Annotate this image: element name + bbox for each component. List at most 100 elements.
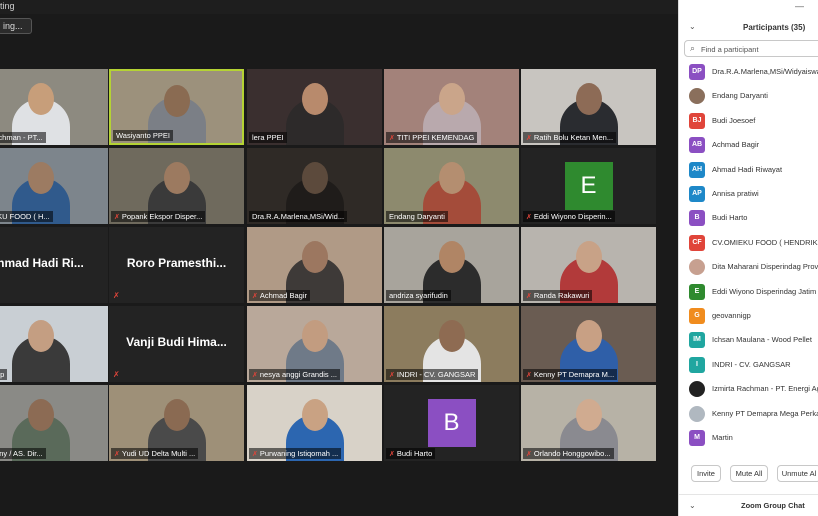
participant-row[interactable]: AP Annisa pratiwi <box>679 182 818 206</box>
participant-name: Achmad Bagir <box>712 140 760 150</box>
participant-name-label: ✗ Eddi Wiyono Disperin... <box>523 211 615 222</box>
participant-name-label: Dra.R.A.Marlena,MSi/Wid... <box>249 211 348 222</box>
participant-name-label: ✗ Purwaning Istiqomah ... <box>249 448 342 459</box>
chat-header[interactable]: ⌄ Zoom Group Chat <box>679 494 818 516</box>
video-tile[interactable]: rta Rachman - PT... <box>0 69 108 145</box>
participant-row[interactable]: Kenny PT Demapra Mega Perkas <box>679 402 818 426</box>
participant-name: Popank Ekspor Disper... <box>121 212 203 221</box>
participant-row[interactable]: E Eddi Wiyono Disperindag Jatim <box>679 280 818 304</box>
participant-row[interactable]: DP Dra.R.A.Marlena,MSi/Widyaiswa <box>679 60 818 84</box>
participants-panel: — ⌄ Participants (35) ⌕ DP Dra.R.A.Marlen… <box>678 0 818 516</box>
video-tile[interactable]: ✗ INDRI - CV. GANGSAR <box>384 306 519 382</box>
invite-button[interactable]: Invite <box>691 465 721 482</box>
participant-row[interactable]: Izmirta Rachman - PT. Energi Ag <box>679 377 818 401</box>
chat-title: Zoom Group Chat <box>741 501 805 510</box>
participant-row[interactable]: I INDRI - CV. GANGSAR <box>679 353 818 377</box>
mic-muted-icon: ✗ <box>252 451 258 458</box>
participant-head <box>301 320 328 352</box>
video-tile[interactable]: Vanji Budi Hima... ✗ <box>109 306 244 382</box>
video-tile[interactable]: B ✗ Budi Harto <box>384 385 519 461</box>
video-gallery: ting ing... rta Rachman - PT... Wasiyanto… <box>0 0 678 516</box>
avatar: G <box>689 308 705 324</box>
video-tile[interactable]: ✗ TITI PPEI KEMENDAG <box>384 69 519 145</box>
video-tile[interactable]: Wasiyanto PPEI <box>109 69 244 145</box>
participant-name: Yudi UD Delta Multi ... <box>121 449 196 458</box>
participant-name: Orlando Honggowibo... <box>533 449 611 458</box>
participants-header: ⌄ Participants (35) <box>679 14 818 40</box>
participant-row[interactable]: M Martin <box>679 426 818 450</box>
avatar: E <box>564 162 613 210</box>
participant-display-name: Roro Pramesthi... <box>126 256 227 270</box>
mute-all-button[interactable]: Mute All <box>730 465 768 482</box>
chevron-down-icon[interactable]: ⌄ <box>689 22 696 31</box>
participant-head <box>575 320 602 352</box>
participant-head <box>301 399 328 431</box>
participant-head <box>27 162 54 194</box>
mic-muted-icon: ✗ <box>252 372 258 379</box>
avatar: AH <box>689 161 705 178</box>
participant-name-label: Wasiyanto PPEI <box>113 130 173 141</box>
mic-muted-icon: ✗ <box>252 293 258 300</box>
participant-row[interactable]: BJ Budi Joesoef <box>679 109 818 133</box>
participant-row[interactable]: AB Achmad Bagir <box>679 133 818 157</box>
video-tile[interactable]: Roro Pramesthi... ✗ <box>109 227 244 303</box>
avatar: B <box>689 210 705 227</box>
search-input[interactable] <box>701 43 811 55</box>
video-tile[interactable]: ✗ Randa Rakawuri <box>521 227 656 303</box>
participant-name: CV.OMIEKU FOOD ( HENDRIK ) <box>712 237 818 247</box>
participant-row[interactable]: Ggeovannigp <box>679 304 818 328</box>
participant-name-label: OMIEKU FOOD ( H... <box>0 211 53 222</box>
participant-name: Purwaning Istiqomah ... <box>259 449 339 458</box>
video-tile[interactable]: andriza syarifudin <box>384 227 519 303</box>
video-tile[interactable]: ✗ Achmad Bagir <box>247 227 382 303</box>
video-tile[interactable]: ✗ Purwaning Istiqomah ... <box>247 385 382 461</box>
video-tile[interactable]: ✗ Yudi UD Delta Multi ... <box>109 385 244 461</box>
participant-name: Ahmad Hadi Riwayat <box>712 164 783 174</box>
participant-row[interactable]: CF CV.OMIEKU FOOD ( HENDRIK ) <box>679 231 818 255</box>
video-tile[interactable]: ✗ Ratih Bolu Ketan Men... <box>521 69 656 145</box>
video-tile[interactable]: hmad Hadi Ri...✗ <box>0 227 108 303</box>
participant-head <box>438 241 465 273</box>
participant-row[interactable]: Endang Daryanti <box>679 84 818 108</box>
avatar <box>689 405 705 422</box>
mic-muted-icon: ✗ <box>526 135 532 142</box>
mic-muted-icon: ✗ <box>526 451 532 458</box>
mic-muted-icon: ✗ <box>389 451 395 458</box>
video-tile[interactable]: ✗ Orlando Honggowibo... <box>521 385 656 461</box>
participant-name: Eddi Wiyono Disperindag Jatim <box>712 286 817 296</box>
minimize-icon[interactable]: — <box>795 1 804 11</box>
avatar <box>689 381 705 398</box>
participant-name: Randa Rakawuri <box>533 291 590 300</box>
participant-row[interactable]: B Budi Harto <box>679 206 818 230</box>
participant-head <box>575 399 602 431</box>
participant-row[interactable]: Dita Maharani Disperindag Prov <box>679 255 818 279</box>
participant-name-label: vannigp <box>0 369 8 380</box>
avatar: AP <box>689 186 705 202</box>
participant-name-label: Endang Daryanti <box>386 211 448 222</box>
participant-row[interactable]: IM Ichsan Maulana - Wood Pellet <box>679 328 818 352</box>
view-button[interactable]: ing... <box>0 18 32 34</box>
participant-name-label: ✗ Randa Rakawuri <box>523 290 593 301</box>
participant-name-label: ✗ Popank Ekspor Disper... <box>111 211 206 222</box>
video-tile[interactable]: lera PPEI <box>247 69 382 145</box>
video-tile[interactable]: ✗ Popank Ekspor Disper... <box>109 148 244 224</box>
chevron-down-icon[interactable]: ⌄ <box>689 501 696 510</box>
participant-head <box>27 399 54 431</box>
participant-search[interactable]: ⌕ <box>684 40 818 57</box>
participant-head <box>301 162 328 194</box>
participant-name: Budi Joesoef <box>712 115 756 125</box>
video-tile[interactable]: Endang Daryanti <box>384 148 519 224</box>
video-tile[interactable]: ✗ nesya anggi Grandis ... <box>247 306 382 382</box>
video-tile[interactable]: OMIEKU FOOD ( H... <box>0 148 108 224</box>
participant-display-name: Vanji Budi Hima... <box>126 335 227 349</box>
participant-name-label: lera PPEI <box>249 132 287 143</box>
video-tile[interactable]: ✗ Kenny PT Demapra M... <box>521 306 656 382</box>
avatar: IM <box>689 332 705 349</box>
video-tile[interactable]: vannigp <box>0 306 108 382</box>
video-tile[interactable]: Dra.R.A.Marlena,MSi/Wid... <box>247 148 382 224</box>
video-tile[interactable]: harmony / AS. Dir... <box>0 385 108 461</box>
participant-name-label: ✗ nesya anggi Grandis ... <box>249 369 341 380</box>
unmute-all-button[interactable]: Unmute Al <box>777 465 818 482</box>
participant-row[interactable]: AH Ahmad Hadi Riwayat <box>679 158 818 182</box>
video-tile[interactable]: E ✗ Eddi Wiyono Disperin... <box>521 148 656 224</box>
